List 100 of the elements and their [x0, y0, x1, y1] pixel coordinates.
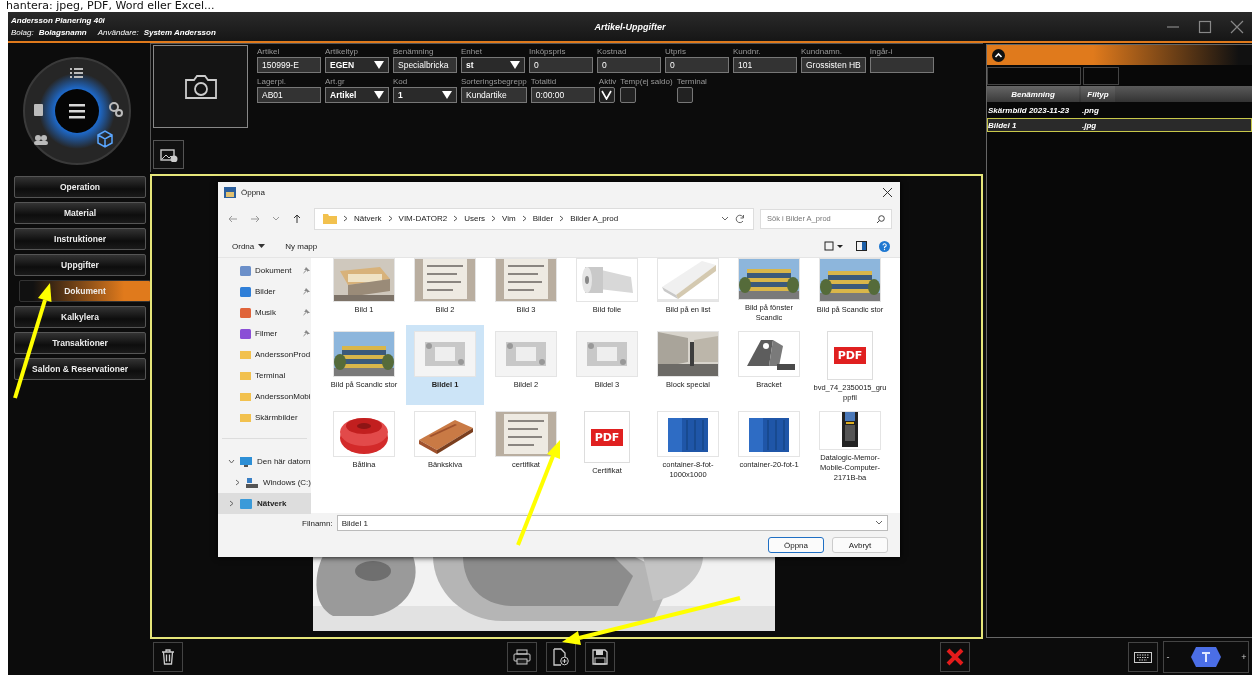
delete-button[interactable] — [153, 642, 183, 672]
dropdown[interactable]: EGEN — [325, 57, 389, 73]
pin-icon — [303, 288, 310, 295]
breadcrumb[interactable]: VIM-DATOR2 — [398, 214, 448, 223]
breadcrumb[interactable]: Bilder A_prod — [570, 214, 619, 223]
breadcrumb[interactable]: Nätverk — [354, 214, 382, 223]
filter-field[interactable] — [1083, 67, 1119, 85]
up-arrow-icon[interactable] — [292, 213, 302, 224]
text-field[interactable]: Specialbricka — [393, 57, 457, 73]
add-document-button[interactable] — [546, 642, 576, 672]
chevron-down-icon[interactable] — [721, 215, 729, 222]
add-image-button[interactable] — [153, 140, 184, 169]
table-cell: .jpg — [1082, 120, 1097, 130]
chevron-icon[interactable] — [228, 500, 235, 507]
filter-field[interactable] — [987, 67, 1081, 85]
view-icon[interactable] — [824, 241, 844, 251]
field-label: Utpris — [665, 47, 687, 57]
save-button[interactable] — [585, 642, 615, 672]
keyboard-button[interactable] — [1128, 642, 1158, 672]
field-label: Totaltid — [530, 77, 558, 87]
pin-icon — [303, 330, 310, 337]
text-field[interactable]: 150999-E — [257, 57, 321, 73]
breadcrumb[interactable]: Vim — [502, 214, 516, 223]
chevron-icon[interactable] — [234, 479, 241, 486]
tree-item[interactable]: Den här datorn — [218, 451, 311, 472]
nav-pane-item[interactable]: Bilder — [218, 281, 311, 302]
pdf-icon: PDF — [584, 411, 630, 463]
nav-pane-item[interactable]: Filmer — [218, 323, 311, 344]
company-label: Bolag: — [11, 28, 34, 37]
chevron-right-icon — [521, 215, 527, 222]
collapse-icon[interactable] — [992, 48, 1005, 62]
tree-item[interactable]: Nätverk — [218, 493, 311, 514]
nav-button[interactable]: Uppgifter — [14, 254, 146, 276]
nav-button[interactable]: Kalkylera — [14, 306, 146, 328]
nav-pane-item[interactable]: AnderssonMobi — [218, 386, 311, 407]
font-size-slider[interactable]: - + — [1163, 641, 1249, 673]
field-label: Artikeltyp — [325, 47, 359, 57]
nav-button[interactable]: Transaktioner — [14, 332, 146, 354]
text-field[interactable] — [869, 57, 934, 73]
forward-icon[interactable] — [250, 213, 260, 224]
back-icon[interactable] — [228, 213, 238, 224]
open-button[interactable]: Öppna — [768, 537, 824, 553]
file-row[interactable]: Skärmbild 2023-11-23 .png — [987, 103, 1252, 117]
checkbox[interactable] — [676, 87, 693, 103]
field-label: Temp(ej saldo) — [620, 77, 673, 87]
drive-icon — [246, 477, 258, 488]
text-field[interactable]: 0 — [665, 57, 729, 73]
checkbox[interactable] — [620, 87, 637, 103]
chevron-down-icon — [875, 520, 883, 526]
network-icon — [240, 498, 252, 509]
save-icon — [592, 649, 608, 665]
cancel-button[interactable]: Avbryt — [832, 537, 888, 553]
caret-icon — [510, 61, 520, 69]
nav-pane-item[interactable]: Terminal — [218, 365, 311, 386]
chevron-icon[interactable] — [228, 458, 235, 465]
address-bar[interactable]: Nätverk VIM-DATOR2 Users Vim Bilder Bilder A_prod — [314, 207, 754, 230]
column-header[interactable]: Filtyp — [1081, 86, 1115, 102]
text-field[interactable]: AB01 — [257, 87, 321, 103]
nav-pane-item[interactable]: Skärmbilder — [218, 407, 311, 428]
nav-pane-item[interactable]: Dokument — [218, 260, 311, 281]
print-button[interactable] — [507, 642, 537, 672]
close-icon[interactable] — [883, 187, 892, 197]
preview-pane-icon[interactable] — [856, 241, 867, 251]
nav-button[interactable]: Instruktioner — [14, 228, 146, 250]
dropdown[interactable]: Artikel — [325, 87, 389, 103]
nav-button[interactable]: Saldon & Reservationer — [14, 358, 146, 380]
cancel-button[interactable] — [940, 642, 970, 672]
column-header[interactable]: Benämning — [987, 86, 1079, 102]
close-icon[interactable] — [1230, 19, 1244, 34]
text-field[interactable]: 0 — [597, 57, 661, 73]
checkbox[interactable] — [598, 87, 615, 103]
slider-thumb[interactable] — [1190, 646, 1222, 668]
text-field[interactable]: Grossisten HB — [801, 57, 866, 73]
breadcrumb[interactable]: Bilder — [532, 214, 554, 223]
nav-pane-item[interactable]: AnderssonProd — [218, 344, 311, 365]
new-folder-button[interactable]: Ny mapp — [281, 241, 322, 251]
dropdown[interactable]: st — [461, 57, 525, 73]
file-row[interactable]: Bildel 1 .jpg — [987, 118, 1252, 132]
text-field[interactable]: 0:00:00 — [530, 87, 595, 103]
nav-button[interactable]: Material — [14, 202, 146, 224]
breadcrumb[interactable]: Users — [464, 214, 486, 223]
text-field[interactable]: 0 — [529, 57, 593, 73]
chevron-down-icon[interactable] — [272, 215, 280, 222]
chevron-right-icon — [491, 215, 497, 222]
nav-button[interactable]: Dokument — [19, 280, 151, 302]
maximize-icon[interactable] — [1198, 19, 1212, 34]
tree-item[interactable]: Windows (C:) — [218, 472, 311, 493]
chevron-right-icon — [343, 215, 348, 222]
nav-button[interactable]: Operation — [14, 176, 146, 198]
organize-button[interactable]: Ordna — [228, 241, 270, 251]
image-placeholder[interactable] — [153, 45, 248, 128]
text-field[interactable]: 101 — [733, 57, 797, 73]
printer-icon — [513, 649, 531, 665]
dropdown[interactable]: 1 — [393, 87, 457, 103]
refresh-icon[interactable] — [735, 213, 745, 224]
text-field[interactable]: Kundartike — [461, 87, 527, 103]
nav-pane-item[interactable]: Musik — [218, 302, 311, 323]
field-label: Kundnr. — [733, 47, 762, 57]
filename-field[interactable]: Bildel 1 — [336, 515, 888, 531]
help-icon[interactable] — [879, 240, 890, 252]
